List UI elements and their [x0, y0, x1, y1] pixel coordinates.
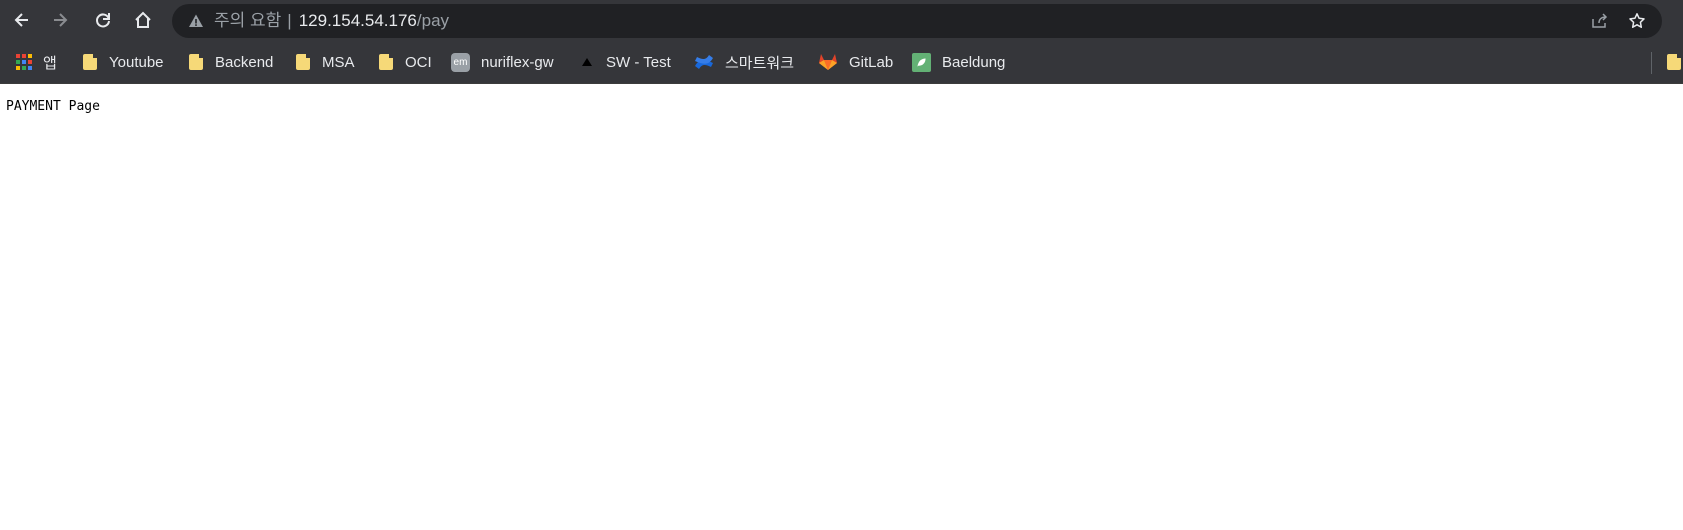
- bookmark-label: nuriflex-gw: [481, 53, 554, 71]
- home-button[interactable]: [127, 4, 159, 36]
- url-host: 129.154.54.176: [298, 11, 417, 30]
- bookmark-label: GitLab: [849, 53, 894, 71]
- sailboat-favicon-icon: [579, 54, 595, 70]
- bookmark-label: OCI: [405, 53, 432, 71]
- home-icon: [135, 11, 151, 28]
- page-content: PAYMENT Page: [0, 85, 1683, 530]
- apps-grid-icon: [16, 54, 32, 70]
- arrow-left-icon: [14, 13, 28, 27]
- bookmark-label: MSA: [322, 53, 355, 71]
- share-icon[interactable]: [1590, 12, 1608, 30]
- bookmark-label: 앱: [43, 54, 57, 72]
- bookmark-youtube[interactable]: Youtube: [82, 40, 164, 84]
- bookmark-backend[interactable]: Backend: [188, 40, 273, 84]
- bookmark-msa[interactable]: MSA: [295, 40, 355, 84]
- bookmark-nuriflex-gw[interactable]: em nuriflex-gw: [451, 40, 554, 84]
- bookmark-gitlab[interactable]: GitLab: [818, 40, 893, 84]
- bookmark-star-icon[interactable]: [1628, 12, 1646, 30]
- gitlab-favicon-icon: [818, 52, 838, 72]
- em-favicon-icon: em: [451, 52, 470, 72]
- warning-icon[interactable]: [188, 13, 204, 29]
- arrow-right-icon: [54, 13, 68, 27]
- bookmark-label: Backend: [215, 53, 274, 71]
- page-text: PAYMENT Page: [6, 99, 100, 114]
- bookmark-smartwork[interactable]: 스마트워크: [694, 40, 794, 84]
- folder-icon: [295, 54, 311, 70]
- browser-toolbar: 주의 요함 | 129.154.54.176/pay: [0, 0, 1683, 40]
- bookmark-oci[interactable]: OCI: [378, 40, 432, 84]
- address-bar[interactable]: 주의 요함 | 129.154.54.176/pay: [172, 4, 1662, 38]
- url-display[interactable]: 주의 요함 | 129.154.54.176/pay: [214, 4, 449, 38]
- bookmark-label: SW - Test: [606, 53, 671, 71]
- bookmark-apps[interactable]: 앱: [16, 40, 57, 84]
- bookmarks-bar: 앱 Youtube Backend MSA OCI em nuriflex-gw…: [0, 40, 1683, 84]
- confluence-favicon-icon: [694, 52, 714, 72]
- bookmarks-divider: [1651, 52, 1652, 74]
- reload-icon: [96, 13, 110, 28]
- folder-icon: [82, 54, 98, 70]
- forward-button[interactable]: [44, 4, 76, 36]
- other-bookmarks-folder[interactable]: [1666, 40, 1683, 84]
- bookmark-label: Baeldung: [942, 53, 1006, 71]
- baeldung-favicon-icon: [912, 52, 931, 72]
- back-button[interactable]: [6, 4, 38, 36]
- reload-button[interactable]: [87, 4, 119, 36]
- security-label[interactable]: 주의 요함: [214, 11, 281, 30]
- bookmark-sw-test[interactable]: SW - Test: [579, 40, 671, 84]
- bookmark-label: Youtube: [109, 53, 164, 71]
- bookmark-label: 스마트워크: [725, 54, 795, 72]
- folder-icon: [188, 54, 204, 70]
- folder-icon: [1666, 54, 1682, 70]
- folder-icon: [378, 54, 394, 70]
- url-path: /pay: [416, 11, 450, 30]
- security-separator: |: [287, 11, 292, 30]
- bookmark-baeldung[interactable]: Baeldung: [912, 40, 1005, 84]
